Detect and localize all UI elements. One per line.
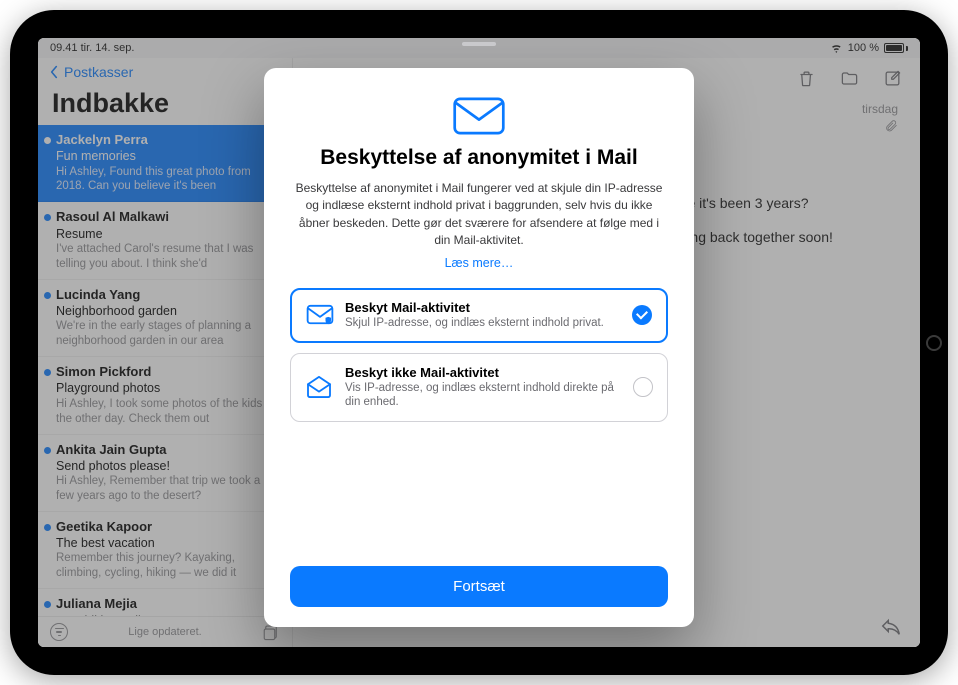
- grabber-handle[interactable]: [462, 42, 496, 46]
- modal-title: Beskyttelse af anonymitet i Mail: [290, 146, 668, 170]
- option-title: Beskyt Mail-aktivitet: [345, 300, 621, 315]
- option-desc: Vis IP-adresse, og indlæs eksternt indho…: [345, 381, 621, 411]
- ipad-device-frame: 09.41 tir. 14. sep. 100 % Postkasser Ind…: [10, 10, 948, 675]
- continue-button[interactable]: Fortsæt: [290, 566, 668, 607]
- modal-description: Beskyttelse af anonymitet i Mail fungere…: [290, 180, 668, 250]
- option-desc: Skjul IP-adresse, og indlæs eksternt ind…: [345, 316, 621, 331]
- learn-more-link[interactable]: Læs mere…: [290, 256, 668, 270]
- mail-shield-icon: [306, 304, 334, 326]
- privacy-modal: Beskyttelse af anonymitet i Mail Beskytt…: [264, 68, 694, 627]
- radio-unchecked-icon: [633, 377, 653, 397]
- mail-open-icon: [305, 376, 333, 398]
- screen: 09.41 tir. 14. sep. 100 % Postkasser Ind…: [38, 38, 920, 647]
- mail-hero-icon: [290, 96, 668, 136]
- check-icon: [632, 305, 652, 325]
- home-button[interactable]: [926, 335, 942, 351]
- option-dont-protect-activity[interactable]: Beskyt ikke Mail-aktivitet Vis IP-adress…: [290, 353, 668, 423]
- option-protect-activity[interactable]: Beskyt Mail-aktivitet Skjul IP-adresse, …: [290, 288, 668, 343]
- option-title: Beskyt ikke Mail-aktivitet: [345, 365, 621, 380]
